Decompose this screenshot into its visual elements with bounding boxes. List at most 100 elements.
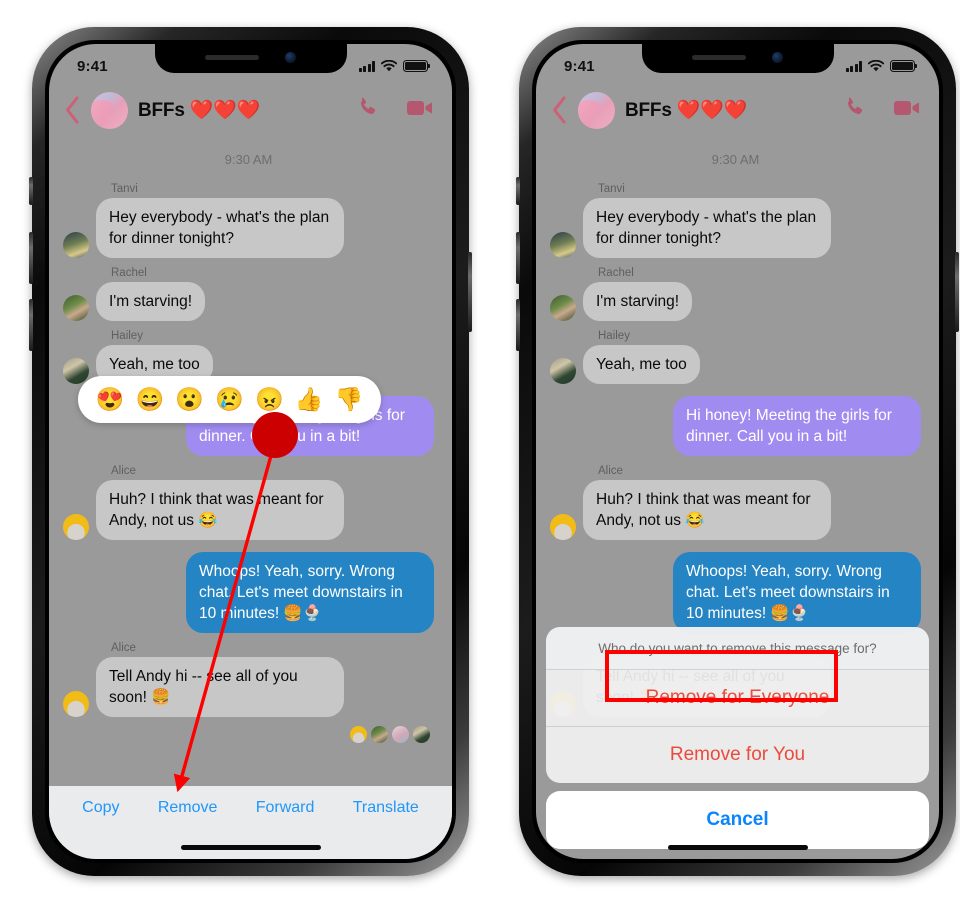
screenshot-stage: 9:41 BFFs ❤️❤️❤️ 9:30 AM Tanvi Hey every…	[0, 0, 960, 916]
front-camera-icon	[285, 51, 296, 63]
message-bubble[interactable]: Huh? I think that was meant for Andy, no…	[583, 480, 831, 540]
translate-button[interactable]: Translate	[353, 799, 419, 817]
battery-icon	[890, 60, 918, 72]
chat-title: BFFs ❤️❤️❤️	[625, 100, 748, 121]
volume-up-button[interactable]	[516, 232, 520, 284]
message-bubble[interactable]: I'm starving!	[583, 282, 693, 321]
sad-reaction[interactable]: 😢	[215, 388, 244, 411]
avatar[interactable]	[63, 295, 89, 321]
status-indicators	[358, 60, 431, 72]
message-row[interactable]: I'm starving!	[550, 282, 921, 321]
love-reaction[interactable]: 😍	[96, 388, 125, 411]
home-indicator[interactable]	[667, 845, 808, 850]
message-bubble[interactable]: Yeah, me too	[583, 345, 700, 384]
volume-up-button[interactable]	[29, 232, 33, 284]
back-chevron-icon[interactable]	[550, 95, 568, 125]
wifi-icon	[381, 60, 397, 72]
phone-left: 9:41 BFFs ❤️❤️❤️ 9:30 AM Tanvi Hey every…	[29, 27, 472, 876]
message-list-left[interactable]: 9:30 AM Tanvi Hey everybody - what's the…	[49, 138, 452, 859]
message-row[interactable]: Tell Andy hi -- see all of you soon! 🍔	[63, 657, 434, 717]
cellular-signal-icon	[358, 61, 375, 72]
remove-for-everyone-button[interactable]: Remove for Everyone	[546, 670, 929, 726]
read-receipt-avatar	[371, 726, 388, 743]
cancel-button[interactable]: Cancel	[546, 791, 929, 849]
message-bubble[interactable]: Huh? I think that was meant for Andy, no…	[96, 480, 344, 540]
sender-label: Alice	[111, 465, 136, 477]
message-row[interactable]: Whoops! Yeah, sorry. Wrong chat. Let's m…	[63, 552, 434, 633]
forward-button[interactable]: Forward	[256, 799, 315, 817]
status-indicators	[845, 60, 918, 72]
day-timestamp: 9:30 AM	[224, 152, 273, 167]
phone-right: 9:41 BFFs ❤️❤️❤️ 9:30 AM Tanvi Hey every…	[516, 27, 959, 876]
speaker-grille-icon	[692, 54, 746, 60]
haha-reaction[interactable]: 😄	[135, 388, 164, 411]
volume-down-button[interactable]	[516, 299, 520, 351]
message-row[interactable]: Hey everybody - what's the plan for dinn…	[63, 198, 434, 258]
message-bubble[interactable]: I'm starving!	[96, 282, 206, 321]
remove-action-sheet: Who do you want to remove this message f…	[536, 627, 939, 859]
message-row[interactable]: Hey everybody - what's the plan for dinn…	[550, 198, 921, 258]
avatar[interactable]	[550, 514, 576, 540]
dislike-reaction[interactable]: 👎	[335, 388, 364, 411]
day-timestamp: 9:30 AM	[711, 152, 760, 167]
phone-screen-right: 9:41 BFFs ❤️❤️❤️ 9:30 AM Tanvi Hey every…	[536, 44, 939, 859]
speaker-grille-icon	[205, 54, 259, 60]
notch	[641, 44, 834, 73]
home-indicator[interactable]	[180, 845, 321, 850]
phone-call-icon[interactable]	[842, 95, 867, 125]
message-bubble[interactable]: Whoops! Yeah, sorry. Wrong chat. Let's m…	[186, 552, 434, 633]
message-bubble[interactable]: Whoops! Yeah, sorry. Wrong chat. Let's m…	[673, 552, 921, 633]
volume-down-button[interactable]	[29, 299, 33, 351]
power-button[interactable]	[955, 252, 959, 332]
remove-button[interactable]: Remove	[158, 799, 218, 817]
angry-reaction[interactable]: 😠	[255, 388, 284, 411]
read-receipt-avatar	[392, 726, 409, 743]
message-row[interactable]: Hi honey! Meeting the girls for dinner. …	[550, 396, 921, 456]
mute-switch[interactable]	[29, 177, 33, 205]
avatar[interactable]	[63, 358, 89, 384]
sender-label: Rachel	[598, 267, 634, 279]
message-row[interactable]: Huh? I think that was meant for Andy, no…	[550, 480, 921, 540]
message-row[interactable]: Yeah, me too	[550, 345, 921, 384]
video-call-icon[interactable]	[406, 98, 434, 123]
chat-title: BFFs ❤️❤️❤️	[138, 100, 261, 121]
action-sheet-title: Who do you want to remove this message f…	[546, 627, 929, 670]
message-row[interactable]: I'm starving!	[63, 282, 434, 321]
avatar[interactable]	[63, 514, 89, 540]
phone-screen-left: 9:41 BFFs ❤️❤️❤️ 9:30 AM Tanvi Hey every…	[49, 44, 452, 859]
message-bubble[interactable]: Tell Andy hi -- see all of you soon! 🍔	[96, 657, 344, 717]
avatar[interactable]	[550, 232, 576, 258]
message-row[interactable]: Huh? I think that was meant for Andy, no…	[63, 480, 434, 540]
mute-switch[interactable]	[516, 177, 520, 205]
message-bubble[interactable]: Hey everybody - what's the plan for dinn…	[583, 198, 831, 258]
sender-label: Hailey	[598, 330, 630, 342]
message-bubble[interactable]: Hey everybody - what's the plan for dinn…	[96, 198, 344, 258]
message-row[interactable]: Whoops! Yeah, sorry. Wrong chat. Let's m…	[550, 552, 921, 633]
avatar[interactable]	[63, 232, 89, 258]
message-bubble-selected[interactable]: Hi honey! Meeting the girls for dinner. …	[673, 396, 921, 456]
avatar[interactable]	[550, 295, 576, 321]
phone-call-icon[interactable]	[355, 95, 380, 125]
read-receipts	[63, 726, 434, 743]
sender-label: Rachel	[111, 267, 147, 279]
notch	[154, 44, 347, 73]
group-avatar[interactable]	[91, 91, 128, 129]
power-button[interactable]	[468, 252, 472, 332]
sender-label: Alice	[598, 465, 623, 477]
battery-icon	[403, 60, 431, 72]
back-chevron-icon[interactable]	[63, 95, 81, 125]
avatar[interactable]	[550, 358, 576, 384]
chat-header: BFFs ❤️❤️❤️	[49, 82, 452, 138]
group-avatar[interactable]	[578, 91, 615, 129]
avatar[interactable]	[63, 691, 89, 717]
wow-reaction[interactable]: 😮	[175, 388, 204, 411]
status-clock: 9:41	[77, 57, 108, 75]
remove-for-you-button[interactable]: Remove for You	[546, 726, 929, 783]
video-call-icon[interactable]	[893, 98, 921, 123]
sender-label: Hailey	[111, 330, 143, 342]
sender-label: Tanvi	[111, 183, 138, 195]
copy-button[interactable]: Copy	[82, 799, 119, 817]
reaction-bar[interactable]: 😍 😄 😮 😢 😠 👍 👎	[78, 376, 381, 423]
chat-header: BFFs ❤️❤️❤️	[536, 82, 939, 138]
like-reaction[interactable]: 👍	[295, 388, 324, 411]
